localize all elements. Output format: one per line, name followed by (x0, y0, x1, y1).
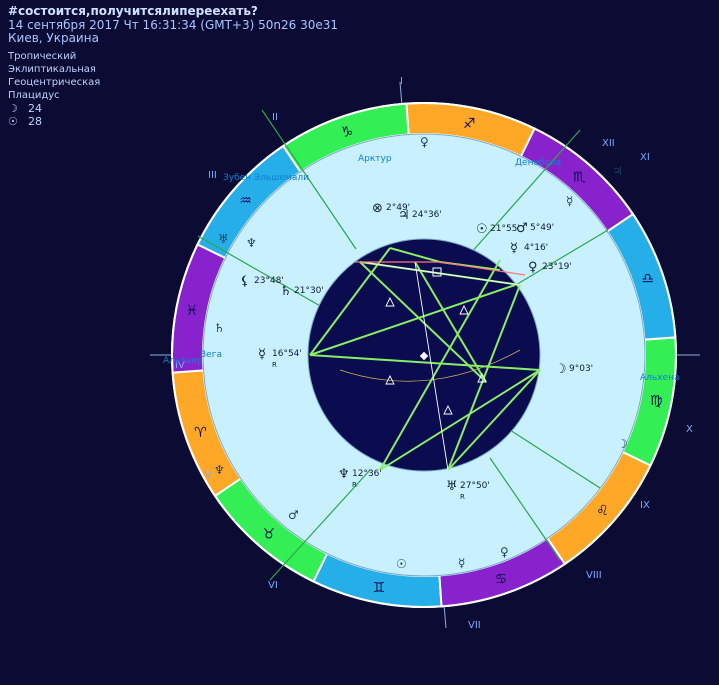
planet-glyph: ♂ (516, 221, 528, 236)
sign-glyph: ♑ (341, 124, 354, 140)
house-ruler-glyph: ♆ (214, 463, 225, 477)
house-number-label: I (400, 76, 403, 87)
planet-glyph: ♆ (338, 467, 350, 482)
planet-glyph: ♅ (446, 479, 458, 494)
sign-glyph: ♏ (573, 170, 586, 186)
fixed-star-label: Зубен Эльшемали (223, 173, 309, 183)
house-number-label: V (205, 470, 212, 481)
sign-glyph: ♐ (463, 116, 476, 132)
planet-degree: 5°49' (530, 223, 554, 233)
house-number-label: XI (640, 152, 650, 163)
house-ruler-glyph: ☿ (458, 556, 465, 570)
house-number-label: III (208, 170, 217, 181)
fixed-star-label: Альхена (640, 373, 679, 383)
planet-glyph: ☽ (555, 362, 567, 377)
fixed-star-label: Вега (200, 350, 222, 360)
planet-degree: 12°36' (352, 469, 382, 479)
planet-glyph: ♀ (528, 260, 538, 275)
sign-glyph: ♊ (373, 580, 386, 596)
planet-glyph: ☿ (510, 241, 518, 256)
planet-degree: 24°36' (412, 210, 442, 220)
house-number-label: VI (268, 580, 278, 591)
sign-glyph: ♎ (641, 271, 654, 287)
sign-glyph: ♓ (186, 303, 199, 319)
sign-glyph: ♉ (263, 526, 276, 542)
house-number-label: VII (468, 620, 481, 631)
planet-retrograde: R (272, 361, 277, 369)
planet-glyph: ☉ (476, 222, 488, 237)
planet-retrograde: R (460, 493, 465, 501)
sign-glyph: ♌ (596, 503, 609, 519)
house-number-label: XII (602, 138, 615, 149)
planet-degree: 9°03' (569, 364, 593, 374)
sign-glyph: ♈ (194, 425, 207, 441)
planet-glyph: ⊗ (372, 201, 383, 216)
fixed-star-label: Альтаир (163, 356, 203, 366)
house-number-label: II (272, 112, 278, 123)
sign-glyph: ♍ (650, 393, 663, 409)
planet-glyph: ♃ (398, 208, 410, 223)
fixed-star-label: Арктур (358, 154, 392, 164)
house-ruler-glyph: ♀ (500, 545, 509, 559)
planet-retrograde: R (352, 481, 357, 489)
house-ruler-glyph: ☽ (617, 437, 628, 451)
house-ruler-glyph: ♅ (218, 232, 229, 246)
horoscope-app: #состоится,получитсялипереехать? 14 сент… (0, 0, 719, 685)
house-number-label: X (686, 424, 693, 435)
planet-degree: 27°50' (460, 481, 490, 491)
planet-glyph: ☿ (258, 347, 266, 362)
planet-degree: 16°54' (272, 349, 302, 359)
house-ruler-glyph: ☿ (566, 194, 573, 208)
house-ruler-glyph: ♆ (246, 236, 257, 250)
house-ruler-glyph: ♃ (612, 164, 623, 178)
planet-glyph: ♄ (280, 284, 292, 299)
sign-glyph: ♒ (239, 193, 252, 209)
house-number-label: VIII (586, 570, 602, 581)
fixed-star-label: Денебола (515, 158, 561, 168)
planet-degree: 21°30' (294, 286, 324, 296)
planet-degree: 4°16' (524, 243, 548, 253)
house-number-label: IX (640, 500, 650, 511)
sign-glyph: ♋ (495, 572, 508, 588)
house-ruler-glyph: ☉ (396, 557, 407, 571)
house-ruler-glyph: ♀ (420, 135, 429, 149)
house-ruler-glyph: ♄ (214, 321, 225, 335)
planet-degree: 23°19' (542, 262, 572, 272)
planet-glyph: ⚸ (240, 274, 250, 289)
natal-chart-wheel: ♈ ♉ ♊ ♋ ♌ ♍ ♎ ♏ ♐ ♑ ♒ ♓ IIIIIIIVVVIVIIVIIIIXXXIXII♄… (150, 76, 700, 631)
house-ruler-glyph: ♂ (288, 508, 299, 522)
